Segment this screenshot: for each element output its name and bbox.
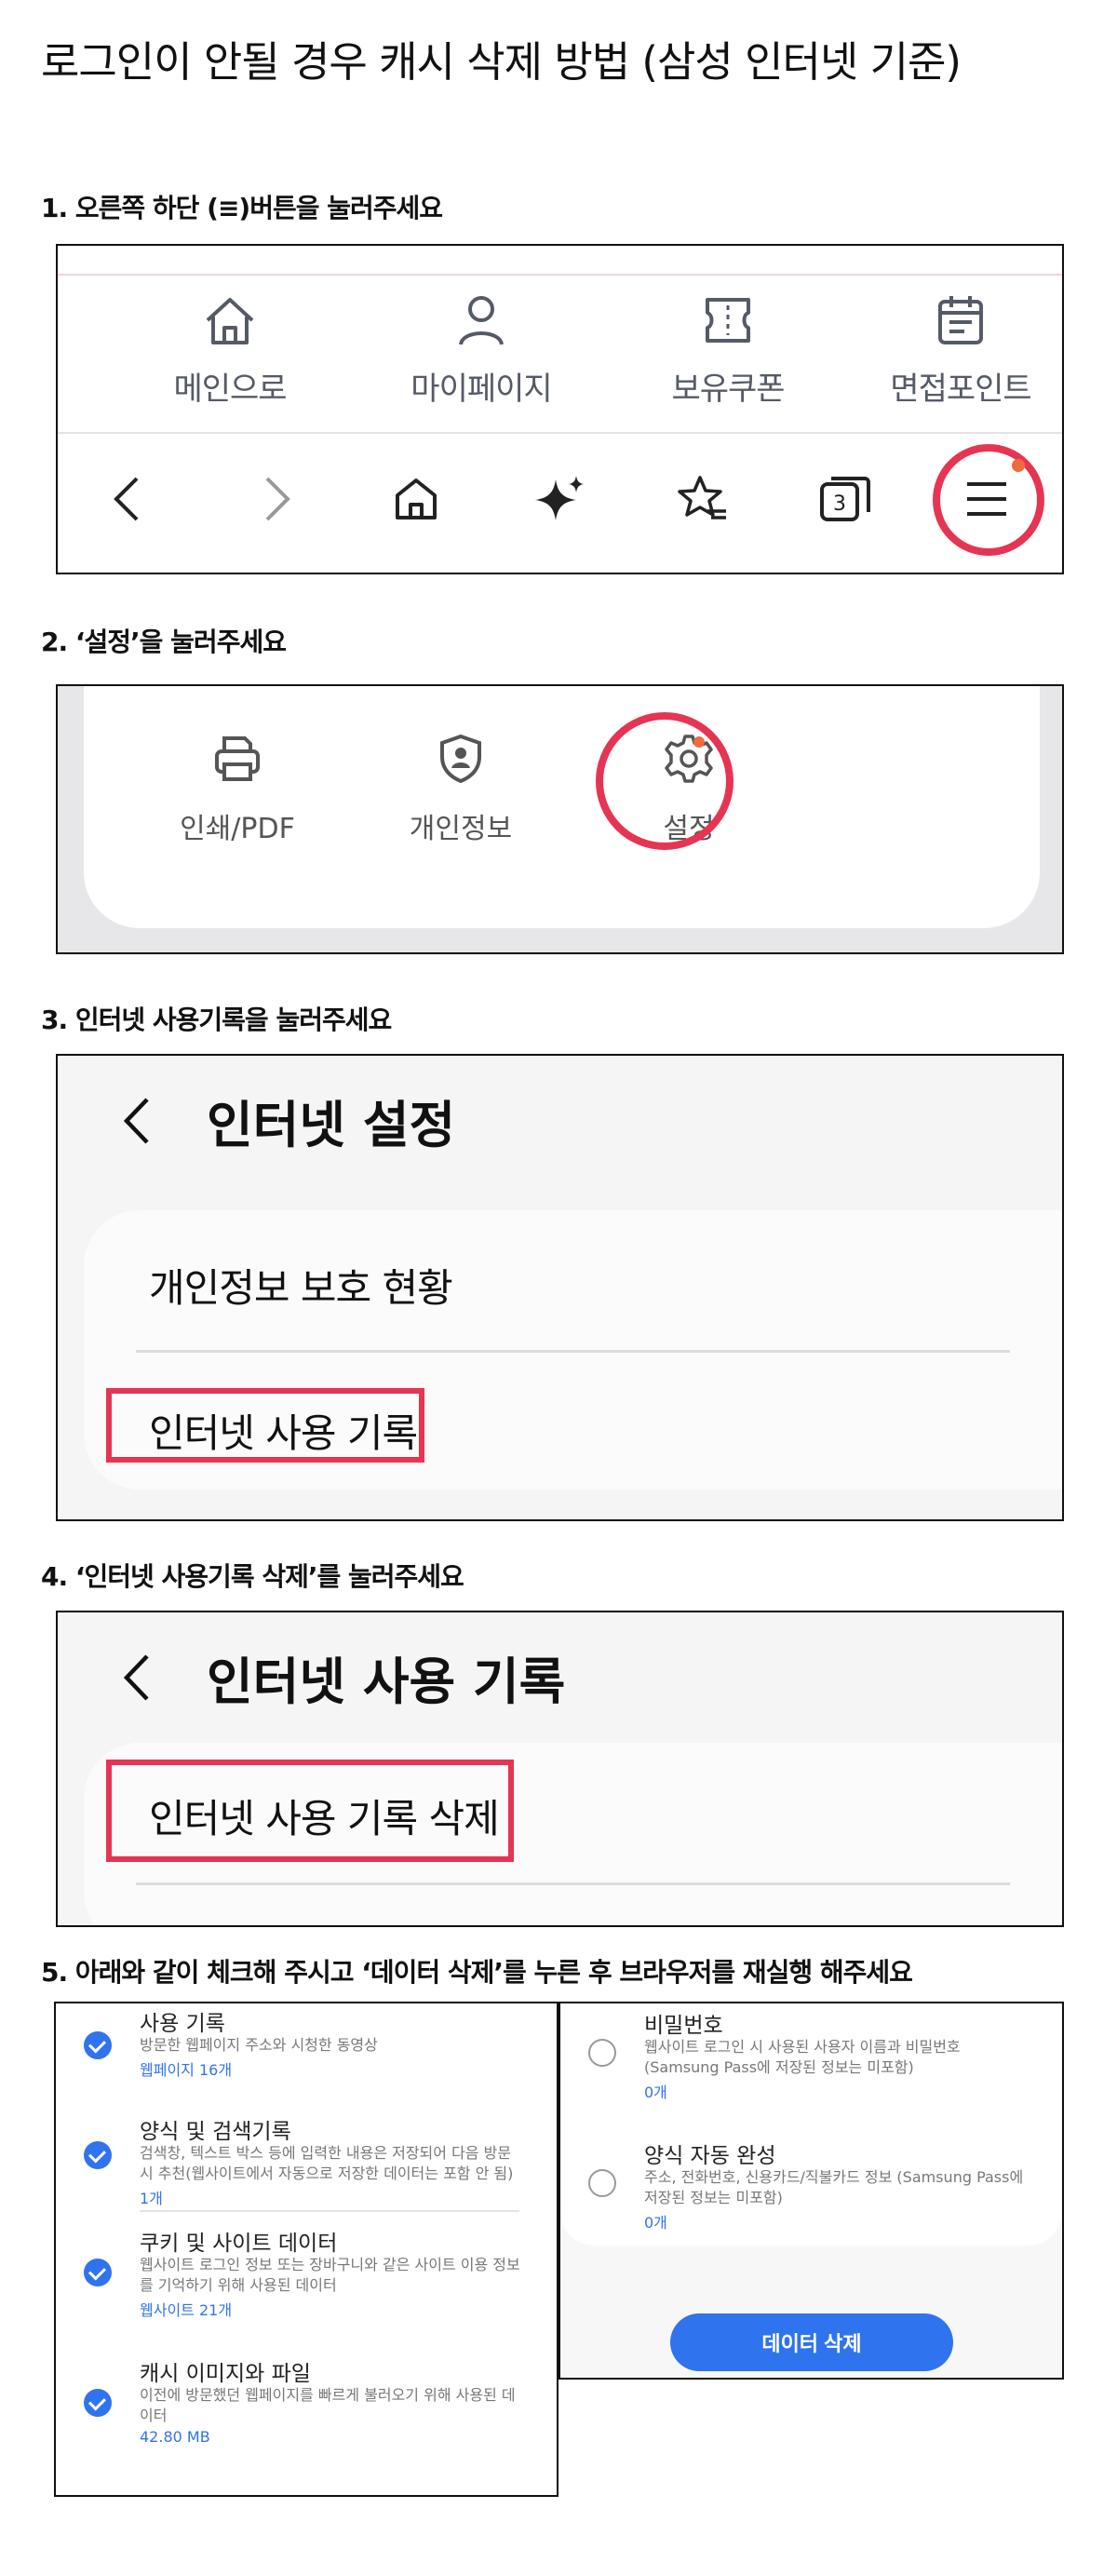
step-2-screenshot: 인쇄/PDF 개인정보 설정 [56,684,1064,954]
divider [136,1350,1010,1353]
tabs-button[interactable]: 3 [808,462,882,536]
option-title: 양식 자동 완성 [644,2144,776,2168]
option-count: 0개 [644,2214,667,2232]
nav-item-label: 메인으로 [173,371,287,408]
step-4-label: 4. ‘인터넷 사용기록 삭제’를 눌러주세요 [41,1561,464,1592]
option-title: 양식 및 검색기록 [140,2120,291,2144]
tab-count: 3 [833,492,846,516]
option-title: 비밀번호 [644,2014,723,2038]
nav-item-label: 보유쿠폰 [671,371,785,408]
nav-item-mypage[interactable]: 마이페이지 [388,292,574,409]
highlight-circle [933,444,1044,556]
checkbox-checked[interactable] [84,2389,112,2417]
divider [58,432,1062,434]
option-title: 쿠키 및 사이트 데이터 [140,2232,338,2256]
nav-item-label: 면접포인트 [890,371,1031,408]
step-1-label: 1. 오른쪽 하단 (≡)버튼을 눌러주세요 [41,193,443,223]
divider [140,2210,519,2212]
step-3-screenshot: 인터넷 설정 개인정보 보호 현황 인터넷 사용 기록 [56,1054,1064,1521]
assistant-button[interactable] [523,462,598,536]
checkbox-unchecked[interactable] [588,2169,616,2197]
option-desc: 웹사이트 로그인 시 사용된 사용자 이름과 비밀번호 (Samsung Pas… [644,2038,961,2076]
step-4-screenshot: 인터넷 사용 기록 인터넷 사용 기록 삭제 [56,1611,1064,1927]
step-1-screenshot: 메인으로 마이페이지 보유쿠폰 면접포인트 3 [56,244,1064,574]
tabs-icon: 3 [820,477,870,521]
menu-item-label: 개인정보 [409,813,513,845]
option-count: 웹페이지 16개 [140,2061,233,2079]
menu-item-label: 인쇄/PDF [180,813,295,845]
header: 인터넷 사용 기록 [119,1640,565,1714]
checkbox-checked[interactable] [84,2031,112,2059]
option-desc: 이전에 방문했던 웹페이지를 빠르게 불러오기 위해 사용된 데이터 [140,2386,516,2424]
step-5-screenshot-right: 비밀번호 웹사이트 로그인 시 사용된 사용자 이름과 비밀번호 (Samsun… [558,2002,1064,2380]
print-pdf-item[interactable]: 인쇄/PDF [149,733,326,846]
back-icon[interactable] [119,1094,156,1148]
nav-item-main[interactable]: 메인으로 [137,292,323,409]
checkbox-checked[interactable] [84,2141,112,2169]
bottom-nav: 메인으로 마이페이지 보유쿠폰 면접포인트 [58,292,1062,408]
option-count: 42.80 MB [140,2428,210,2446]
header-title: 인터넷 설정 [207,1096,456,1154]
bookmarks-button[interactable] [665,462,739,536]
checkbox-unchecked[interactable] [588,2039,616,2067]
highlight-circle [596,712,733,850]
option-title: 캐시 이미지와 파일 [140,2362,311,2386]
back-icon [114,477,139,521]
nav-item-label: 마이페이지 [410,371,552,408]
nav-item-points[interactable]: 면접포인트 [868,292,1054,409]
star-list-icon [678,476,726,519]
header-title: 인터넷 사용 기록 [207,1652,566,1711]
home-icon [206,298,254,344]
page-title: 로그인이 안될 경우 캐시 삭제 방법 (삼성 인터넷 기준) [41,37,962,87]
back-icon[interactable] [119,1651,156,1705]
divider [136,1882,1010,1885]
back-button[interactable] [90,462,165,536]
nav-item-coupon[interactable]: 보유쿠폰 [635,292,821,409]
forward-button[interactable] [239,462,314,536]
step-5-label: 5. 아래와 같이 체크해 주시고 ‘데이터 삭제’를 누른 후 브라우저를 재… [41,1957,913,1988]
sparkle-icon [535,476,584,520]
checkbox-checked[interactable] [84,2259,112,2286]
home-button[interactable] [379,462,453,536]
forward-icon [265,477,290,521]
option-title: 사용 기록 [140,2012,225,2036]
option-count: 웹사이트 21개 [140,2301,233,2319]
step-5-screenshot-left: 사용 기록 방문한 웹페이지 주소와 시청한 동영상 웹페이지 16개 양식 및… [54,2002,558,2497]
divider [58,274,1062,276]
highlight-box [106,1388,424,1463]
option-desc: 주소, 전화번호, 신용카드/직불카드 정보 (Samsung Pass에 저장… [644,2168,1024,2206]
privacy-status-row[interactable]: 개인정보 보호 현황 [149,1257,453,1314]
option-count: 0개 [644,2084,667,2101]
print-icon [215,736,260,781]
step-3-label: 3. 인터넷 사용기록을 눌러주세요 [41,1005,392,1035]
menu-sheet: 인쇄/PDF 개인정보 설정 [84,686,1040,928]
option-desc: 방문한 웹페이지 주소와 시청한 동영상 [140,2036,378,2054]
privacy-item[interactable]: 개인정보 [372,733,549,846]
calendar-icon [938,296,983,344]
option-desc: 웹사이트 로그인 정보 또는 장바구니와 같은 사이트 이용 정보를 기억하기 … [140,2256,520,2294]
delete-data-button[interactable]: 데이터 삭제 [670,2313,953,2371]
ticket-icon [706,298,750,343]
person-icon [459,296,504,345]
home-icon [396,479,437,519]
step-2-label: 2. ‘설정’을 눌러주세요 [41,627,287,657]
header: 인터넷 설정 [119,1084,455,1157]
shield-person-icon [440,734,481,784]
option-count: 1개 [140,2190,163,2207]
highlight-box [106,1760,514,1862]
option-desc: 검색창, 텍스트 박스 등에 입력한 내용은 저장되어 다음 방문 시 추천(웹… [140,2144,514,2182]
